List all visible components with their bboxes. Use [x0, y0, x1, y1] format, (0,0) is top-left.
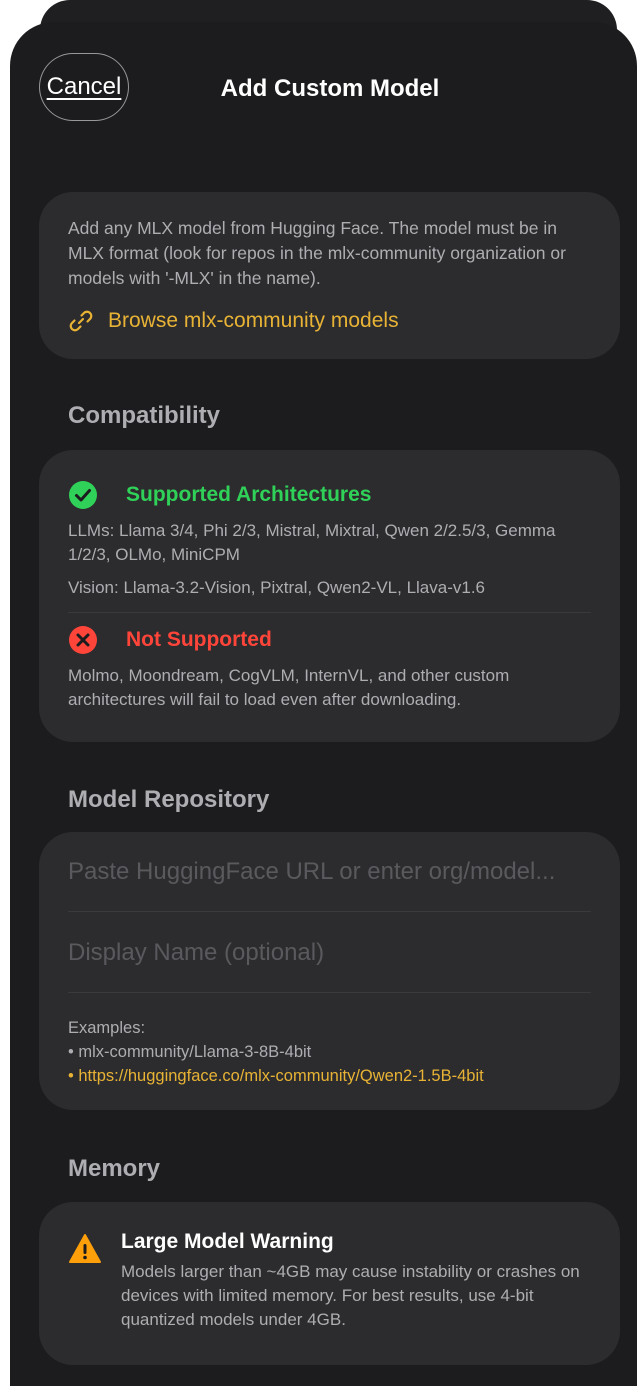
intro-description: Add any MLX model from Hugging Face. The… [68, 218, 566, 288]
divider [68, 992, 591, 993]
warning-triangle-icon [69, 1234, 101, 1263]
browse-link-label: Browse mlx-community models [108, 309, 399, 332]
model-repository-heading: Model Repository [68, 786, 270, 813]
memory-card: Large Model Warning Models larger than ~… [39, 1202, 620, 1365]
browse-mlx-community-link[interactable]: Browse mlx-community models [68, 308, 591, 334]
unsupported-architectures: Molmo, Moondream, CogVLM, InternVL, and … [68, 666, 510, 709]
llm-architectures: LLMs: Llama 3/4, Phi 2/3, Mistral, Mixtr… [68, 521, 556, 564]
x-circle-icon [69, 626, 97, 654]
unsupported-row: Not Supported [68, 625, 591, 655]
example-url-link[interactable]: • https://huggingface.co/mlx-community/Q… [68, 1064, 484, 1088]
display-name-input[interactable]: Display Name (optional) [68, 939, 591, 967]
divider [68, 911, 591, 912]
examples-label: Examples: [68, 1019, 146, 1037]
link-icon [69, 310, 93, 332]
navigation-bar: Cancel Add Custom Model [10, 22, 637, 132]
checkmark-circle-icon [69, 481, 97, 509]
not-supported-title: Not Supported [126, 628, 272, 651]
add-custom-model-sheet: Cancel Add Custom Model Add any MLX mode… [10, 22, 637, 1386]
intro-card: Add any MLX model from Hugging Face. The… [39, 192, 620, 359]
large-model-warning: Large Model Warning Models larger than ~… [68, 1230, 591, 1332]
supported-row: Supported Architectures [68, 480, 591, 510]
sheet-title: Add Custom Model [220, 75, 440, 102]
divider [68, 612, 591, 613]
model-repository-card: Paste HuggingFace URL or enter org/model… [39, 832, 620, 1110]
compatibility-card: Supported Architectures LLMs: Llama 3/4,… [39, 450, 620, 742]
warning-title: Large Model Warning [121, 1230, 334, 1253]
warning-text: Models larger than ~4GB may cause instab… [121, 1262, 580, 1329]
memory-heading: Memory [68, 1155, 161, 1182]
examples-block: Examples: • mlx-community/Llama-3-8B-4bi… [68, 1016, 484, 1088]
vision-architectures: Vision: Llama-3.2-Vision, Pixtral, Qwen2… [68, 578, 486, 597]
example-repo: • mlx-community/Llama-3-8B-4bit [68, 1043, 312, 1061]
compatibility-heading: Compatibility [68, 402, 221, 429]
repository-url-input[interactable]: Paste HuggingFace URL or enter org/model… [68, 858, 591, 886]
supported-architectures-title: Supported Architectures [126, 483, 372, 506]
